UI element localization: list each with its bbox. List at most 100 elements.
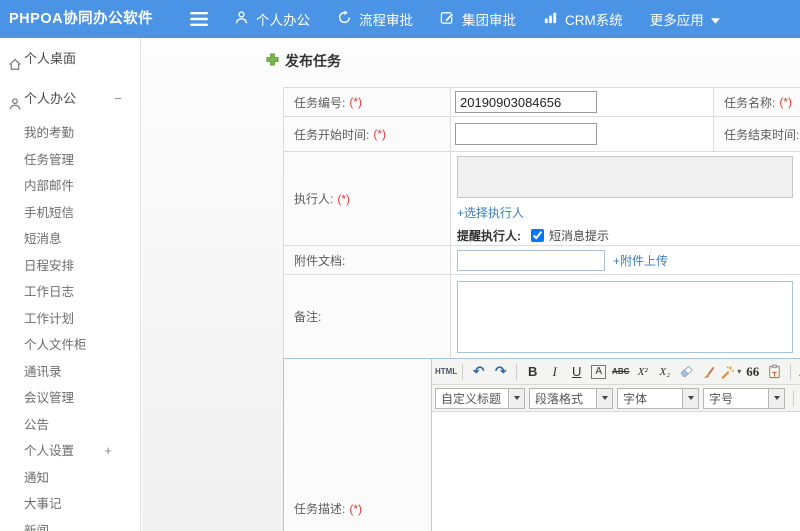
sidebar-item-work-log[interactable]: 工作日志 xyxy=(0,279,140,306)
sidebar-item-personal-office[interactable]: 个人办公 − xyxy=(0,84,140,114)
sidebar-item-label: 工作计划 xyxy=(24,311,75,326)
executor-label: 执行人: (*) xyxy=(284,152,451,245)
caret-down-icon xyxy=(682,388,698,408)
toolbar-separator xyxy=(790,363,792,380)
attachment-label: 附件文档: xyxy=(284,246,451,274)
form-row-attachment: 附件文档: +附件上传 xyxy=(283,245,800,274)
sidebar-item-file-cabinet[interactable]: 个人文件柜 xyxy=(0,332,140,359)
nav-item-group-approval[interactable]: 集团审批 xyxy=(440,9,516,29)
sidebar: 个人桌面 个人办公 − 我的考勤 任务管理 内部邮件 手机短信 短消息 日程安排… xyxy=(0,38,141,531)
required-mark: (*) xyxy=(373,127,387,141)
hamburger-menu-icon[interactable] xyxy=(189,12,209,26)
start-time-label: 任务开始时间: (*) xyxy=(284,117,451,151)
italic-button[interactable]: I xyxy=(544,362,565,382)
task-number-input[interactable] xyxy=(455,91,597,113)
sidebar-item-label: 大事记 xyxy=(24,497,62,511)
form-row-remark: 备注: xyxy=(283,274,800,358)
sidebar-item-contacts[interactable]: 通讯录 xyxy=(0,359,140,386)
sidebar-item-label: 个人文件柜 xyxy=(24,338,87,352)
nav-item-personal-office[interactable]: 个人办公 xyxy=(234,9,310,29)
sidebar-item-notice[interactable]: 通知 xyxy=(0,465,140,492)
custom-title-dropdown[interactable]: 自定义标题 xyxy=(435,387,525,409)
sidebar-item-label: 日程安排 xyxy=(24,258,75,273)
undo-icon[interactable]: ↶ xyxy=(468,362,489,382)
paragraph-format-dropdown[interactable]: 段落格式 xyxy=(529,387,613,409)
edit-icon xyxy=(440,10,455,28)
nav-label: CRM系统 xyxy=(565,13,623,28)
collapse-minus-icon[interactable]: − xyxy=(114,84,122,114)
top-nav: 个人办公 流程审批 集团审批 CRM系统 更多应用 xyxy=(234,0,720,38)
form-row-task-time: 任务开始时间:(*) 任务结束时间:(*) xyxy=(283,116,800,151)
eraser-icon[interactable] xyxy=(676,362,697,382)
toolbar-separator xyxy=(462,363,464,380)
start-time-input[interactable] xyxy=(455,123,597,145)
attachment-input[interactable] xyxy=(457,249,605,271)
subscript-button[interactable]: X₂ xyxy=(654,362,675,382)
blockquote-button[interactable]: 66 xyxy=(742,362,763,382)
sidebar-item-attendance[interactable]: 我的考勤 xyxy=(0,120,140,147)
sidebar-item-label: 个人办公 xyxy=(24,91,77,106)
paste-from-word-icon[interactable] xyxy=(764,362,785,382)
redo-icon[interactable]: ↷ xyxy=(490,362,511,382)
remark-textarea[interactable] xyxy=(457,281,793,353)
sidebar-item-personal-desktop[interactable]: 个人桌面 xyxy=(0,44,140,74)
sidebar-item-internal-mail[interactable]: 内部邮件 xyxy=(0,173,140,200)
font-size-dropdown[interactable]: 字号 xyxy=(703,387,785,409)
sidebar-item-label: 新闻 xyxy=(24,523,50,531)
sidebar-item-memorabilia[interactable]: 大事记 xyxy=(0,491,140,518)
rich-text-editor: HTML ↶ ↷ B I U A ABC X² X₂ ▾ 66 自定义标题 段落… xyxy=(432,359,800,531)
nav-label: 流程审批 xyxy=(359,13,413,28)
font-family-dropdown[interactable]: 字体 xyxy=(617,387,699,409)
caret-down-icon: ▾ xyxy=(737,367,742,376)
sidebar-item-short-message[interactable]: 短消息 xyxy=(0,226,140,253)
task-name-label: 任务名称: (*) xyxy=(714,88,800,116)
executor-textarea[interactable] xyxy=(457,156,793,198)
sidebar-item-work-plan[interactable]: 工作计划 xyxy=(0,306,140,333)
nav-item-crm[interactable]: CRM系统 xyxy=(543,9,623,29)
attachment-upload-link[interactable]: +附件上传 xyxy=(613,252,668,269)
bold-button[interactable]: B xyxy=(522,362,543,382)
home-icon xyxy=(8,52,22,82)
main-content: 发布任务 任务编号:(*) 任务名称:(*) 任务开始时间:(*) xyxy=(142,38,800,531)
sidebar-item-schedule[interactable]: 日程安排 xyxy=(0,253,140,280)
underline-button[interactable]: U xyxy=(566,362,587,382)
sidebar-item-news[interactable]: 新闻 xyxy=(0,518,140,531)
sidebar-item-label: 内部邮件 xyxy=(24,179,75,193)
page-title: 发布任务 xyxy=(266,51,341,71)
nav-label: 更多应用 xyxy=(649,13,704,28)
expand-plus-icon[interactable]: + xyxy=(104,438,112,465)
sidebar-item-meeting-management[interactable]: 会议管理 xyxy=(0,385,140,412)
nav-item-process-approval[interactable]: 流程审批 xyxy=(337,9,413,29)
nav-label: 集团审批 xyxy=(462,13,516,28)
toolbar-separator xyxy=(793,390,794,406)
sms-remind-checkbox[interactable] xyxy=(531,229,544,242)
task-number-label: 任务编号: (*) xyxy=(284,88,451,116)
choose-executor-link[interactable]: +选择执行人 xyxy=(457,204,524,221)
sidebar-item-label: 短消息 xyxy=(24,232,62,246)
sidebar-item-label: 个人设置 xyxy=(24,444,75,458)
form-row-executor: 执行人: (*) +选择执行人 提醒执行人: 短消息提示 xyxy=(283,151,800,245)
font-color-button[interactable]: A ▾ xyxy=(796,362,800,382)
sidebar-item-label: 通讯录 xyxy=(24,364,62,379)
caret-down-icon xyxy=(596,388,612,408)
sidebar-item-task-management[interactable]: 任务管理 xyxy=(0,147,140,174)
caret-down-icon xyxy=(710,12,720,27)
sidebar-item-label: 个人桌面 xyxy=(24,51,77,66)
publish-task-form: 任务编号:(*) 任务名称:(*) 任务开始时间:(*) 任务结束时间: xyxy=(283,87,800,531)
nav-item-more-apps[interactable]: 更多应用 xyxy=(650,9,720,29)
format-brush-icon[interactable] xyxy=(698,362,719,382)
sidebar-item-label: 任务管理 xyxy=(24,152,75,167)
superscript-button[interactable]: X² xyxy=(632,362,653,382)
editor-content-area[interactable] xyxy=(432,412,800,531)
sidebar-item-label: 会议管理 xyxy=(24,391,75,405)
source-code-button[interactable]: HTML xyxy=(435,362,457,382)
sidebar-item-personal-settings[interactable]: 个人设置 + xyxy=(0,438,140,465)
sidebar-item-label: 手机短信 xyxy=(24,205,75,220)
sidebar-item-mobile-sms[interactable]: 手机短信 xyxy=(0,200,140,227)
font-name-button[interactable]: A xyxy=(588,362,609,382)
required-mark: (*) xyxy=(349,95,363,109)
autotypeset-wand-icon[interactable]: ▾ xyxy=(720,362,741,382)
chart-icon xyxy=(543,10,558,28)
strikethrough-button[interactable]: ABC xyxy=(610,362,631,382)
sidebar-item-announcement[interactable]: 公告 xyxy=(0,412,140,439)
